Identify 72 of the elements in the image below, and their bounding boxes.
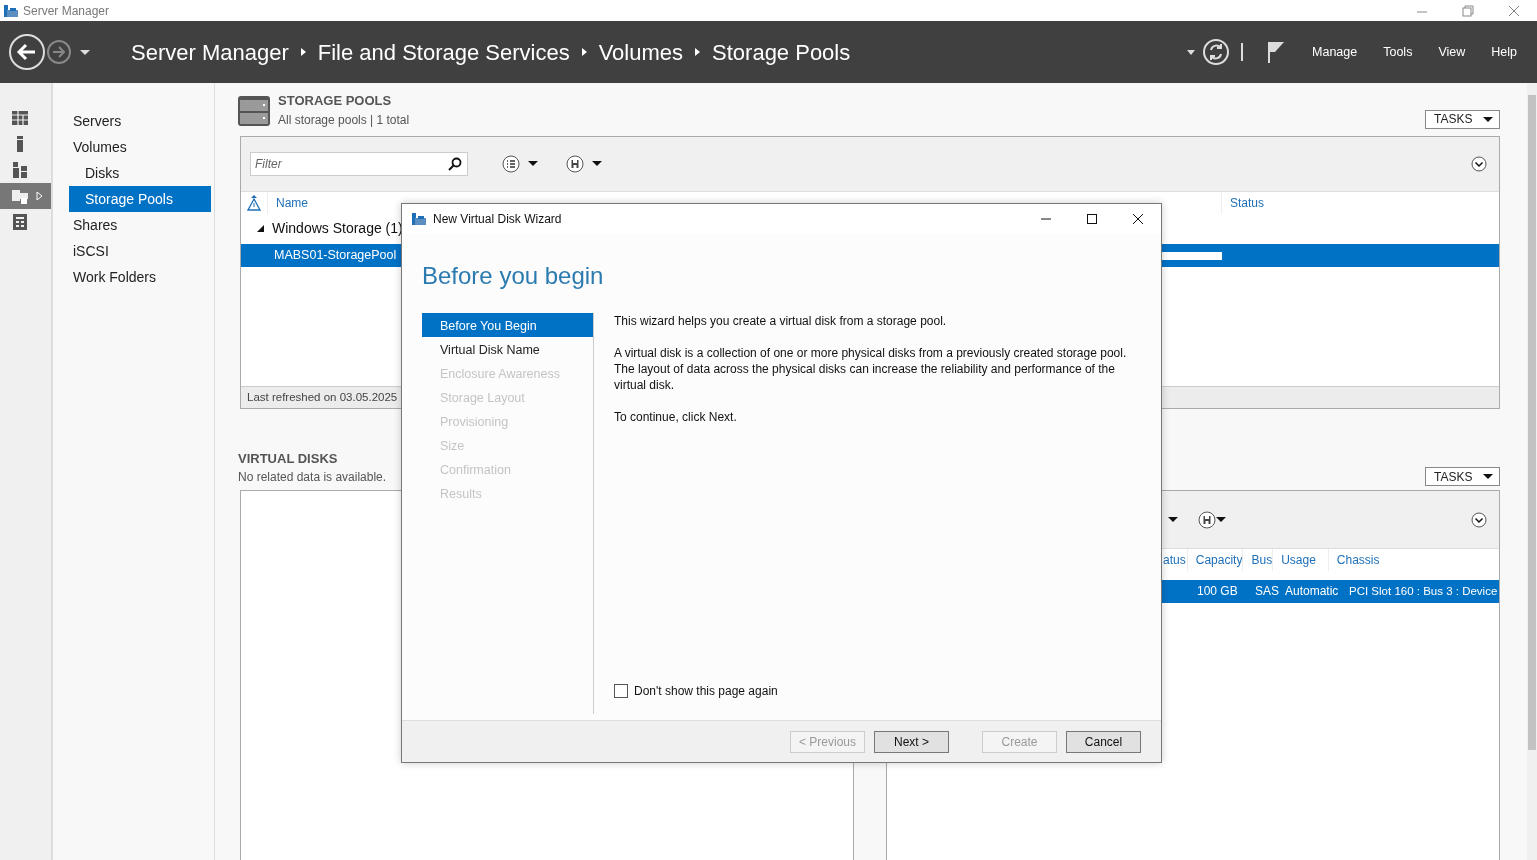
column-header[interactable]: Bus [1242, 549, 1273, 571]
refresh-icon[interactable] [1201, 37, 1232, 67]
back-icon[interactable] [8, 33, 46, 71]
separator-icon [581, 48, 587, 56]
breadcrumb-item[interactable]: File and Storage Services [317, 35, 570, 69]
wizard-step[interactable]: Virtual Disk Name [422, 337, 593, 361]
app-icon [3, 3, 19, 18]
list-view-icon[interactable] [502, 154, 520, 173]
paragraph: To continue, click Next. [614, 409, 738, 425]
caret-icon[interactable] [1216, 517, 1226, 522]
breadcrumb-item[interactable]: Server Manager [131, 35, 289, 69]
close-icon [1133, 214, 1143, 224]
save-icon[interactable] [566, 154, 584, 173]
expand-icon[interactable] [1471, 511, 1487, 528]
warning-icon [247, 194, 261, 211]
column-header[interactable]: Capacity [1186, 549, 1243, 571]
roles-icon [12, 214, 28, 230]
section-subtitle: No related data is available. [238, 469, 387, 486]
window-title: Server Manager [23, 2, 110, 20]
app-icon [411, 212, 427, 226]
dashboard-icon [12, 110, 28, 126]
filter-field[interactable]: Filter [250, 151, 468, 176]
table-cell-text: MABS01-StoragePool [274, 246, 397, 264]
checkbox-label: Don't show this page again [634, 683, 778, 700]
menu-item[interactable]: Tools [1370, 42, 1426, 62]
dialog-title: New Virtual Disk Wizard [433, 211, 562, 228]
section-title: STORAGE POOLS [278, 92, 393, 110]
table-cell-text: 100 GB [1196, 583, 1239, 600]
paragraph: This wizard helps you create a virtual disk from a storage pool. [614, 313, 948, 329]
nav-item[interactable]: Disks [69, 160, 211, 186]
column-header[interactable]: Usage [1272, 549, 1328, 571]
breadcrumb-item[interactable]: Storage Pools [712, 35, 851, 69]
breadcrumb-item[interactable]: Volumes [598, 35, 684, 69]
wizard-button[interactable]: Next > [874, 730, 949, 753]
separator-icon [695, 48, 701, 56]
wizard-step[interactable]: Before You Begin [422, 313, 593, 337]
forward-icon[interactable] [46, 39, 72, 65]
caret-icon[interactable] [1168, 517, 1178, 522]
table-cell-text: PCI Slot 160 : Bus 3 : Device [1348, 584, 1498, 599]
servers-icon [12, 162, 28, 178]
nav-item[interactable]: Work Folders [69, 264, 211, 290]
maximize-icon [1087, 214, 1097, 224]
nav-item[interactable]: Servers [69, 108, 211, 134]
scrollbar-thumb[interactable] [1528, 95, 1536, 750]
section-title: VIRTUAL DISKS [238, 449, 339, 468]
caret-icon[interactable] [528, 161, 538, 166]
nav-item[interactable]: iSCSI [69, 238, 211, 264]
table-cell-text: Automatic [1284, 583, 1340, 600]
section-subtitle: All storage pools | 1 total [278, 111, 410, 129]
tasks-button[interactable]: TASKS [1425, 467, 1500, 486]
save-icon[interactable] [1198, 510, 1216, 529]
storage-icon [12, 188, 28, 204]
tasks-button[interactable]: TASKS [1425, 109, 1500, 129]
menu-item[interactable]: Help [1478, 42, 1530, 62]
table-cell-text: SAS [1254, 583, 1279, 600]
menu-item[interactable]: Manage [1299, 42, 1371, 62]
expand-arrow-icon [36, 191, 43, 201]
separator-icon [300, 48, 306, 56]
nav-item[interactable]: Shares [69, 212, 211, 238]
menu-item[interactable]: View [1425, 42, 1479, 62]
nav-item[interactable]: Volumes [69, 134, 211, 160]
expander-icon[interactable] [257, 225, 264, 232]
expand-icon[interactable] [1471, 155, 1487, 172]
wizard-button[interactable]: Cancel [1066, 730, 1141, 753]
rail-item[interactable] [0, 183, 51, 209]
caret-icon[interactable] [592, 161, 602, 166]
storage-pool-icon [238, 93, 270, 126]
column-header[interactable]: Status [1221, 191, 1301, 214]
wizard-heading: Before you begin [421, 261, 605, 291]
checkbox[interactable] [614, 684, 628, 698]
column-header[interactable]: Chassis [1327, 549, 1499, 571]
nav-item[interactable]: Storage Pools [69, 186, 211, 212]
